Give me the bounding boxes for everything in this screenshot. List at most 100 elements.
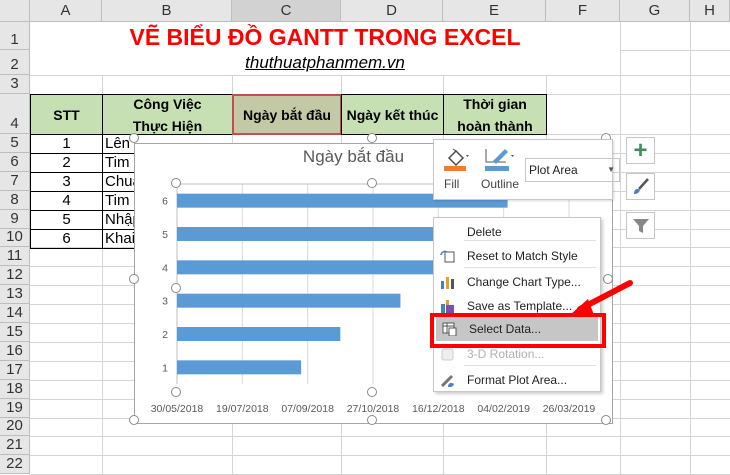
gantt-bar-4[interactable] [177,260,438,275]
menu-separator [464,240,596,241]
gridline [30,75,730,76]
gridline [30,436,730,437]
y-tick-label: 4 [162,262,168,274]
row-header-21[interactable]: 21 [0,436,30,455]
chart-elements-button[interactable]: + [626,137,655,164]
resize-handle[interactable] [601,415,611,425]
row-header-6[interactable]: 6 [0,153,30,172]
menu-item-label: Reset to Match Style [467,249,578,263]
cell-stt[interactable]: 1 [30,134,103,154]
pen-outline-icon [485,149,514,171]
website-link[interactable]: thuthuatphanmem.vn [30,50,620,75]
fill-label: Fill [444,177,460,191]
resize-handle[interactable] [367,387,377,397]
header-duration[interactable]: Thời gian hoàn thành [443,94,547,135]
header-task[interactable]: Công Việc Thực Hiện [102,94,233,135]
row-header-13[interactable]: 13 [0,285,30,304]
row-header-17[interactable]: 17 [0,361,30,380]
resize-handle[interactable] [171,178,181,188]
resize-handle[interactable] [129,133,139,143]
row-header-3[interactable]: 3 [0,75,30,94]
resize-handle[interactable] [129,415,139,425]
row-header-2[interactable]: 2 [0,50,30,75]
resize-handle[interactable] [367,178,377,188]
x-tick-label: 26/03/2019 [543,403,596,415]
header-stt[interactable]: STT [30,94,103,135]
row-header-14[interactable]: 14 [0,304,30,323]
reset-style-icon [440,250,455,263]
header-duration-line2: hoàn thành [457,117,533,134]
row-header-8[interactable]: 8 [0,191,30,210]
column-header-h[interactable]: H [690,0,730,22]
row-header-7[interactable]: 7 [0,172,30,191]
cell-stt[interactable]: 4 [30,191,103,211]
menu-item-format-plot-area[interactable]: Format Plot Area... [434,368,600,392]
chart-styles-button[interactable] [626,173,655,200]
y-tick-label: 2 [162,329,168,341]
row-header-20[interactable]: 20 [0,417,30,436]
row-header-19[interactable]: 19 [0,399,30,418]
header-task-line2: Thực Hiện [132,117,203,134]
column-header-e[interactable]: E [443,0,546,22]
gantt-bar-3[interactable] [177,293,401,308]
y-tick-label: 6 [162,196,168,208]
column-header-c[interactable]: C [232,0,341,22]
cell-stt[interactable]: 3 [30,172,103,192]
row-header-5[interactable]: 5 [0,134,30,153]
resize-handle[interactable] [171,283,181,293]
menu-item-label: Delete [467,225,502,239]
row-header-12[interactable]: 12 [0,266,30,285]
x-tick-label: 16/12/2018 [412,403,465,415]
cell-stt[interactable]: 5 [30,210,103,230]
row-header-18[interactable]: 18 [0,380,30,399]
resize-handle[interactable] [129,274,139,284]
y-tick-label: 5 [162,229,168,241]
cell-stt[interactable]: 6 [30,229,103,249]
resize-handle[interactable] [171,387,181,397]
chart-element-select[interactable]: Plot Area ▼ [525,158,620,182]
chart-filters-button[interactable] [626,212,655,239]
x-tick-label: 07/09/2018 [281,403,334,415]
format-mini-toolbar: Fill Outline Plot Area ▼ [433,139,620,200]
row-header-10[interactable]: 10 [0,228,30,247]
row-header-22[interactable]: 22 [0,455,30,474]
column-header-g[interactable]: G [620,0,690,22]
x-tick-label: 30/05/2018 [151,403,204,415]
header-start-date[interactable]: Ngày bắt đầu [232,94,342,135]
y-tick-label: 3 [162,296,168,308]
cell-stt[interactable]: 2 [30,153,103,173]
row-header-9[interactable]: 9 [0,210,30,229]
menu-item-label: 3-D Rotation... [467,347,545,361]
header-end-date[interactable]: Ngày kết thúc [341,94,444,135]
outline-button[interactable]: Outline [481,144,523,194]
column-header-a[interactable]: A [30,0,102,22]
resize-handle[interactable] [367,415,377,425]
row-header-11[interactable]: 11 [0,247,30,266]
gantt-bar-5[interactable] [177,227,471,241]
menu-separator [464,365,596,366]
filter-icon [632,218,649,233]
chevron-down-icon: ▼ [607,165,615,174]
row-header-15[interactable]: 15 [0,323,30,342]
menu-item-reset-to-match-style[interactable]: Reset to Match Style [434,244,600,268]
gantt-bar-1[interactable] [177,360,302,375]
select-all-corner[interactable] [0,0,30,22]
x-tick-label: 27/10/2018 [347,403,400,415]
plus-icon: + [633,136,648,164]
chart-element-value: Plot Area [529,163,578,177]
outline-label: Outline [481,177,520,191]
column-header-f[interactable]: F [546,0,620,22]
sheet-title[interactable]: VẼ BIỂU ĐỒ GANTT TRONG EXCEL [30,22,620,50]
gantt-bar-2[interactable] [177,327,341,341]
column-header-d[interactable]: D [341,0,443,22]
row-header-4[interactable]: 4 [0,94,30,134]
resize-handle[interactable] [367,133,377,143]
column-header-b[interactable]: B [102,0,232,22]
fill-button[interactable]: Fill [440,144,474,194]
row-header-1[interactable]: 1 [0,22,30,50]
gridline [30,455,730,456]
row-header-16[interactable]: 16 [0,342,30,361]
y-tick-label: 1 [162,362,168,374]
chart-type-icon [441,277,454,289]
rotation-icon [441,348,454,361]
